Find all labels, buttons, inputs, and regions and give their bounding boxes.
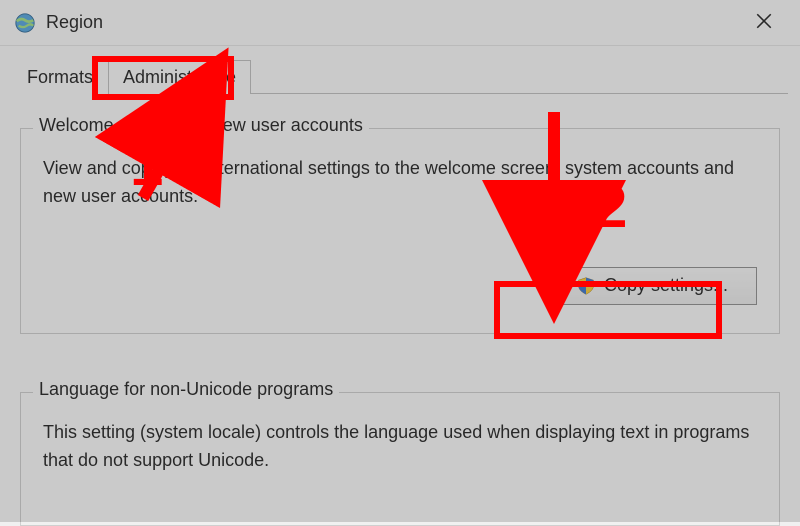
- group-welcome-desc: View and copy your international setting…: [43, 155, 757, 211]
- group-non-unicode-desc: This setting (system locale) controls th…: [43, 419, 757, 475]
- tab-content: Welcome screen and new user accounts Vie…: [0, 128, 800, 526]
- tab-formats[interactable]: Formats: [12, 60, 108, 94]
- close-button[interactable]: [734, 1, 794, 45]
- titlebar: Region: [0, 0, 800, 46]
- region-dialog: Region Formats Administrative Welcome sc…: [0, 0, 800, 522]
- tab-administrative[interactable]: Administrative: [108, 60, 251, 94]
- copy-settings-button[interactable]: Copy settings...: [557, 267, 757, 305]
- button-row: Copy settings...: [43, 267, 757, 305]
- group-welcome-screen: Welcome screen and new user accounts Vie…: [20, 128, 780, 334]
- group-non-unicode-title: Language for non-Unicode programs: [33, 379, 339, 400]
- close-icon: [755, 10, 773, 36]
- uac-shield-icon: [576, 276, 596, 296]
- group-welcome-title: Welcome screen and new user accounts: [33, 115, 369, 136]
- globe-icon: [14, 12, 36, 34]
- group-non-unicode: Language for non-Unicode programs This s…: [20, 392, 780, 526]
- tab-divider: [251, 93, 788, 94]
- tab-bar: Formats Administrative: [0, 46, 800, 94]
- copy-settings-label: Copy settings...: [604, 275, 728, 296]
- window-title: Region: [46, 12, 103, 33]
